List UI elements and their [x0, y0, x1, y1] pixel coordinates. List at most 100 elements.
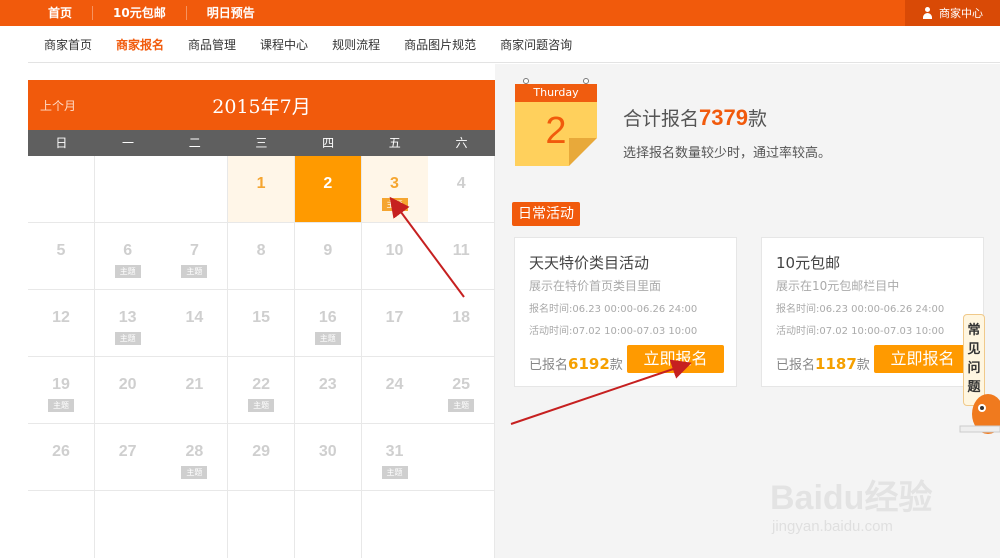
- day-number: 8: [256, 242, 266, 259]
- day-number: 21: [185, 376, 204, 393]
- day-number: 10: [385, 242, 404, 259]
- calendar-day-cell[interactable]: 16 主题: [294, 290, 362, 357]
- calendar-day-cell[interactable]: 11: [428, 223, 496, 290]
- day-number: 15: [252, 309, 270, 326]
- activity-register-time: 报名时间:06.23 00:00-06.26 24:00: [776, 304, 945, 315]
- calendar-day-cell[interactable]: 3 主题: [361, 156, 429, 223]
- calendar-empty-cell: [94, 491, 162, 558]
- sub-nav-product-management[interactable]: 商品管理: [188, 36, 236, 53]
- calendar-day-cell[interactable]: 31 主题: [361, 424, 429, 491]
- day-number: 11: [452, 242, 470, 259]
- activity-card: 天天特价类目活动 展示在特价首页类目里面 报名时间:06.23 00:00-06…: [514, 237, 737, 387]
- date-card: Thurday 2: [515, 74, 597, 166]
- calendar-day-cell[interactable]: 28 主题: [161, 424, 229, 491]
- calendar-empty-cell: [161, 491, 229, 558]
- calendar-empty-cell: [228, 491, 296, 558]
- calendar-day-cell[interactable]: 5: [28, 223, 95, 290]
- weekday-label: 三: [255, 136, 268, 150]
- calendar-day-cell[interactable]: 27: [94, 424, 162, 491]
- weekday-header: 日一二三四五六: [28, 130, 495, 156]
- total-signups: 合计报名7379款: [623, 104, 767, 131]
- day-number: 5: [56, 242, 66, 259]
- sub-nav: 商家首页 商家报名 商品管理 课程中心 规则流程 商品图片规范 商家问题咨询: [28, 27, 1000, 63]
- merchant-center-button[interactable]: 商家中心: [905, 0, 1000, 26]
- day-number: 30: [318, 443, 337, 460]
- signup-now-button[interactable]: 立即报名: [874, 345, 971, 373]
- day-number: 26: [52, 443, 70, 460]
- calendar-day-cell[interactable]: 19 主题: [28, 357, 95, 424]
- day-number: 22: [252, 376, 270, 393]
- calendar-day-cell[interactable]: 23: [294, 357, 362, 424]
- day-number: 14: [185, 309, 204, 326]
- calendar-day-cell[interactable]: 13 主题: [94, 290, 162, 357]
- top-nav: 首页 10元包邮 明日预告: [28, 0, 275, 26]
- user-icon: [922, 7, 933, 19]
- top-nav-home[interactable]: 首页: [28, 6, 94, 20]
- calendar-day-cell[interactable]: 6 主题: [94, 223, 162, 290]
- theme-tag: 主题: [181, 265, 208, 278]
- sub-nav-course-center[interactable]: 课程中心: [260, 36, 308, 53]
- calendar-day-cell: [161, 156, 229, 223]
- baidu-watermark: Baidu经验 jingyan.baidu.com: [770, 470, 1000, 550]
- calendar-day-cell: [94, 156, 162, 223]
- top-nav-free-shipping[interactable]: 10元包邮: [93, 6, 187, 20]
- calendar-day-cell[interactable]: 7 主题: [161, 223, 229, 290]
- day-number: 29: [252, 443, 270, 460]
- calendar-day-cell[interactable]: 2: [294, 156, 362, 223]
- calendar: 上个月 2015年7月 日一二三四五六 1 2 3 主题 4 5 6 主题 7 主题 8 9 10 11 1…: [28, 80, 496, 558]
- calendar-day-cell[interactable]: 17: [361, 290, 429, 357]
- page-fold-icon: [569, 138, 597, 166]
- activity-register-time: 报名时间:06.23 00:00-06.26 24:00: [529, 304, 698, 315]
- sub-nav-consulting[interactable]: 商家问题咨询: [500, 36, 572, 53]
- calendar-day-cell[interactable]: 30: [294, 424, 362, 491]
- total-prefix: 合计报名: [623, 108, 700, 130]
- sub-nav-merchant-home[interactable]: 商家首页: [44, 36, 92, 53]
- day-number: 16: [318, 309, 337, 326]
- day-number: 23: [318, 376, 337, 393]
- day-number: 3: [390, 175, 399, 192]
- activity-count: 已报名6192款: [529, 355, 623, 373]
- activity-title: 10元包邮: [776, 254, 841, 272]
- calendar-day-cell[interactable]: 4: [428, 156, 496, 223]
- calendar-day-cell[interactable]: 12: [28, 290, 95, 357]
- calendar-day-cell[interactable]: 20: [94, 357, 162, 424]
- weekday-label: 一: [122, 136, 135, 150]
- calendar-day-cell[interactable]: 29: [228, 424, 296, 491]
- calendar-day-cell[interactable]: 14: [161, 290, 229, 357]
- total-suffix: 款: [747, 108, 767, 130]
- calendar-day-cell[interactable]: 18: [428, 290, 496, 357]
- watermark-logo: Baidu经验: [770, 479, 933, 517]
- calendar-day-cell[interactable]: 10: [361, 223, 429, 290]
- calendar-day-cell[interactable]: 15: [228, 290, 296, 357]
- day-number: 20: [118, 376, 137, 393]
- top-nav-tomorrow[interactable]: 明日预告: [187, 6, 275, 20]
- calendar-day-cell[interactable]: 26: [28, 424, 95, 491]
- calendar-day-cell[interactable]: 8: [228, 223, 296, 290]
- signup-now-button[interactable]: 立即报名: [627, 345, 724, 373]
- calendar-day-cell[interactable]: 9: [294, 223, 362, 290]
- activity-title: 天天特价类目活动: [529, 254, 650, 272]
- weekday-label: 五: [388, 136, 401, 150]
- day-number: 7: [189, 242, 199, 259]
- weekday-label: 日: [55, 136, 68, 150]
- sub-nav-merchant-signup[interactable]: 商家报名: [116, 36, 164, 53]
- theme-tag: 主题: [248, 399, 275, 412]
- calendar-day-cell[interactable]: 1: [228, 156, 296, 223]
- mascot-icon: [959, 394, 1000, 434]
- activity-time: 活动时间:07.02 10:00-07.03 10:00: [529, 326, 698, 337]
- day-number: 17: [385, 309, 404, 326]
- day-number: 12: [52, 309, 70, 326]
- sub-nav-rules[interactable]: 规则流程: [332, 36, 380, 53]
- theme-tag: 主题: [114, 332, 141, 345]
- calendar-day-cell[interactable]: 22 主题: [228, 357, 296, 424]
- calendar-day-cell[interactable]: 21: [161, 357, 229, 424]
- day-number: 18: [452, 309, 471, 326]
- theme-tag: 主题: [114, 265, 141, 278]
- day-number: 19: [52, 376, 70, 393]
- calendar-empty-cell: [28, 491, 95, 558]
- activity-desc: 展示在10元包邮栏目中: [776, 279, 900, 293]
- calendar-day-cell[interactable]: 25 主题: [428, 357, 496, 424]
- weekday-label: 四: [322, 136, 335, 150]
- calendar-day-cell[interactable]: 24: [361, 357, 429, 424]
- sub-nav-image-specs[interactable]: 商品图片规范: [404, 36, 476, 53]
